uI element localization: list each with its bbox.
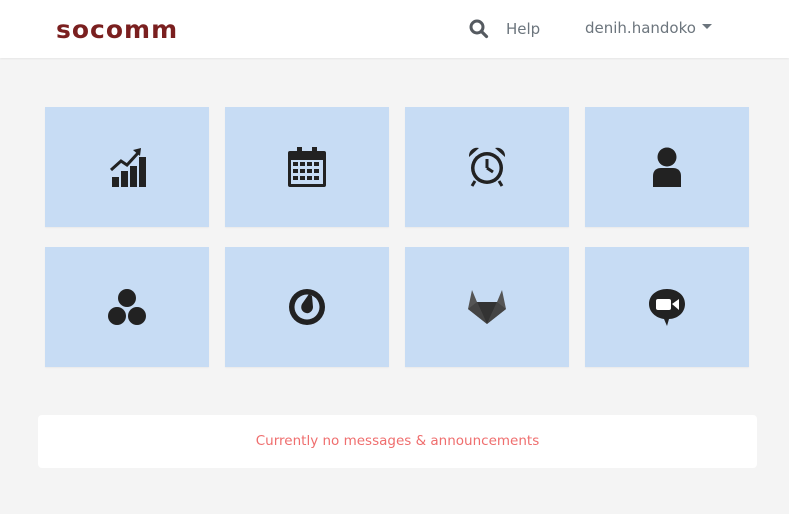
top-navbar: socomm Help denih.handoko: [0, 0, 789, 58]
tile-mattermost[interactable]: [225, 247, 389, 367]
search-icon: [469, 19, 489, 39]
video-chat-icon: [649, 289, 685, 326]
mattermost-icon: [289, 289, 325, 325]
tile-video-chat[interactable]: [585, 247, 749, 367]
gitlab-icon: [468, 290, 506, 324]
circles-icon: [108, 289, 146, 325]
user-name: denih.handoko: [585, 19, 696, 37]
tile-circles[interactable]: [45, 247, 209, 367]
tile-alarm[interactable]: [405, 107, 569, 227]
tile-calendar[interactable]: [225, 107, 389, 227]
chart-growth-icon: [109, 148, 146, 187]
announcements-panel: Currently no messages & announcements: [38, 415, 757, 468]
user-dropdown[interactable]: denih.handoko: [585, 18, 712, 38]
calendar-icon: [288, 147, 326, 187]
alarm-clock-icon: [468, 147, 506, 187]
search-button[interactable]: [468, 17, 490, 41]
help-link[interactable]: Help: [506, 19, 540, 39]
tile-gitlab[interactable]: [405, 247, 569, 367]
tile-stats[interactable]: [45, 107, 209, 227]
brand-logo[interactable]: socomm: [56, 13, 178, 47]
user-icon: [653, 147, 681, 187]
caret-down-icon: [701, 24, 712, 29]
tile-profile[interactable]: [585, 107, 749, 227]
announcements-message: Currently no messages & announcements: [255, 433, 540, 449]
